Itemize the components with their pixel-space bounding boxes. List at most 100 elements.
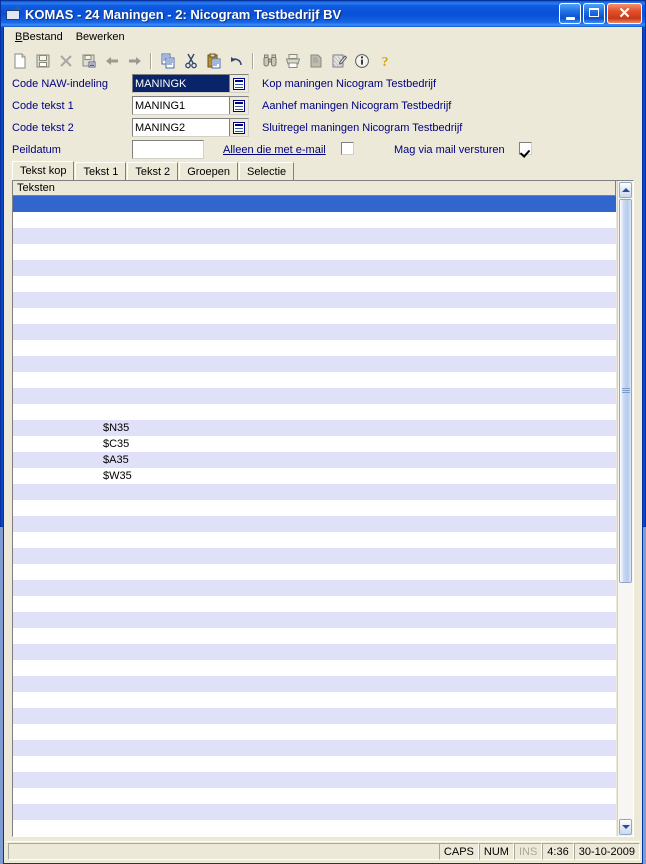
copy-icon[interactable] bbox=[156, 50, 179, 72]
table-row[interactable] bbox=[13, 564, 616, 580]
column-header-teksten[interactable]: Teksten bbox=[13, 181, 616, 196]
table-row[interactable] bbox=[13, 532, 616, 548]
maximize-button[interactable] bbox=[583, 3, 605, 24]
edit-list-icon[interactable] bbox=[327, 50, 350, 72]
table-row[interactable]: $C35 bbox=[13, 436, 616, 452]
client-area: BBestand Bewerken ? Code NAW-indeling MA… bbox=[3, 27, 643, 864]
tab-tekst-kop[interactable]: Tekst kop bbox=[12, 161, 75, 180]
field-code-tekst-2[interactable] bbox=[132, 118, 249, 137]
table-row[interactable] bbox=[13, 292, 616, 308]
toolbar-separator bbox=[252, 52, 254, 69]
menu-item-bestand[interactable]: BBestand bbox=[10, 29, 71, 45]
table-row[interactable] bbox=[13, 692, 616, 708]
table-row[interactable] bbox=[13, 388, 616, 404]
scrollbar-thumb[interactable] bbox=[619, 199, 632, 583]
tab-tekst-2[interactable]: Tekst 2 bbox=[127, 162, 179, 180]
table-row[interactable] bbox=[13, 244, 616, 260]
table-row[interactable] bbox=[13, 644, 616, 660]
input-code-naw-indeling[interactable] bbox=[133, 75, 229, 92]
table-row[interactable] bbox=[13, 324, 616, 340]
status-pane-ins: INS bbox=[513, 843, 543, 860]
vertical-scrollbar[interactable] bbox=[617, 181, 633, 836]
table-row[interactable] bbox=[13, 580, 616, 596]
lookup-icon bbox=[233, 121, 245, 134]
table-row[interactable] bbox=[13, 548, 616, 564]
delete-icon[interactable] bbox=[54, 50, 77, 72]
table-row[interactable] bbox=[13, 676, 616, 692]
description-code-tekst-2: Sluitregel maningen Nicogram Testbedrijf bbox=[262, 122, 463, 134]
print-icon[interactable] bbox=[281, 50, 304, 72]
scroll-down-icon[interactable] bbox=[619, 819, 632, 835]
table-row[interactable] bbox=[13, 212, 616, 228]
table-row[interactable] bbox=[13, 820, 616, 836]
minimize-button[interactable] bbox=[559, 3, 581, 24]
title-bar[interactable]: KOMAS - 24 Maningen - 2: Nicogram Testbe… bbox=[1, 1, 645, 27]
table-row[interactable] bbox=[13, 740, 616, 756]
info-icon[interactable] bbox=[350, 50, 373, 72]
menu-item-bewerken[interactable]: Bewerken bbox=[71, 29, 133, 45]
label-alleen-die-met-email: Alleen die met e-mail bbox=[223, 144, 326, 156]
paste-icon[interactable] bbox=[202, 50, 225, 72]
checkbox-mag-via-mail-versturen[interactable] bbox=[519, 142, 532, 155]
table-row[interactable]: $W35 bbox=[13, 468, 616, 484]
undo-icon[interactable] bbox=[225, 50, 248, 72]
scroll-up-icon[interactable] bbox=[619, 182, 632, 198]
new-icon[interactable] bbox=[8, 50, 31, 72]
table-row[interactable] bbox=[13, 612, 616, 628]
description-code-naw-indeling: Kop maningen Nicogram Testbedrijf bbox=[262, 78, 437, 90]
table-row[interactable] bbox=[13, 276, 616, 292]
lookup-button-code-naw-indeling[interactable] bbox=[229, 75, 248, 92]
table-row[interactable] bbox=[13, 228, 616, 244]
table-row[interactable] bbox=[13, 788, 616, 804]
input-code-tekst-2[interactable] bbox=[133, 119, 229, 136]
table-row[interactable] bbox=[13, 628, 616, 644]
help-icon[interactable]: ? bbox=[373, 50, 396, 72]
table-row[interactable] bbox=[13, 708, 616, 724]
table-row[interactable] bbox=[13, 500, 616, 516]
tab-tekst-1-label: Tekst 1 bbox=[83, 166, 119, 178]
table-row[interactable] bbox=[13, 308, 616, 324]
table-row[interactable] bbox=[13, 196, 616, 212]
table-row[interactable] bbox=[13, 772, 616, 788]
table-row[interactable] bbox=[13, 356, 616, 372]
lookup-icon bbox=[233, 77, 245, 90]
description-code-tekst-1: Aanhef maningen Nicogram Testbedrijf bbox=[262, 100, 452, 112]
find-binoculars-icon[interactable] bbox=[258, 50, 281, 72]
input-code-tekst-1[interactable] bbox=[133, 97, 229, 114]
table-row[interactable] bbox=[13, 804, 616, 820]
lookup-button-code-tekst-1[interactable] bbox=[229, 97, 248, 114]
scrollbar-track[interactable] bbox=[618, 199, 633, 818]
input-peildatum[interactable] bbox=[133, 141, 203, 158]
preview-icon[interactable] bbox=[304, 50, 327, 72]
tab-selectie-label: Selectie bbox=[247, 166, 287, 178]
field-peildatum[interactable] bbox=[132, 140, 204, 159]
table-row[interactable]: $A35 bbox=[13, 452, 616, 468]
lookup-button-code-tekst-2[interactable] bbox=[229, 119, 248, 136]
table-row[interactable] bbox=[13, 372, 616, 388]
save-as-icon[interactable] bbox=[77, 50, 100, 72]
grid-body[interactable]: $N35 $C35 $A35 $W35 bbox=[13, 196, 616, 836]
cut-icon[interactable] bbox=[179, 50, 202, 72]
close-button[interactable]: ✕ bbox=[607, 3, 642, 24]
field-code-naw-indeling[interactable] bbox=[132, 74, 249, 93]
checkbox-alleen-die-met-email[interactable] bbox=[341, 142, 354, 155]
table-row[interactable] bbox=[13, 724, 616, 740]
save-icon[interactable] bbox=[31, 50, 54, 72]
table-row[interactable] bbox=[13, 340, 616, 356]
teksten-grid: Teksten $N35 $C35 $A35 $W35 bbox=[13, 181, 617, 836]
tab-selectie[interactable]: Selectie bbox=[239, 162, 295, 180]
tab-groepen[interactable]: Groepen bbox=[179, 162, 238, 180]
forward-arrow-icon[interactable] bbox=[123, 50, 146, 72]
table-row[interactable] bbox=[13, 756, 616, 772]
table-row[interactable] bbox=[13, 484, 616, 500]
table-row[interactable] bbox=[13, 260, 616, 276]
table-row[interactable] bbox=[13, 404, 616, 420]
field-code-tekst-1[interactable] bbox=[132, 96, 249, 115]
back-arrow-icon[interactable] bbox=[100, 50, 123, 72]
table-row[interactable] bbox=[13, 596, 616, 612]
tab-tekst-1[interactable]: Tekst 1 bbox=[75, 162, 127, 180]
table-row[interactable] bbox=[13, 516, 616, 532]
table-row[interactable] bbox=[13, 660, 616, 676]
status-message bbox=[8, 843, 439, 860]
table-row[interactable]: $N35 bbox=[13, 420, 616, 436]
